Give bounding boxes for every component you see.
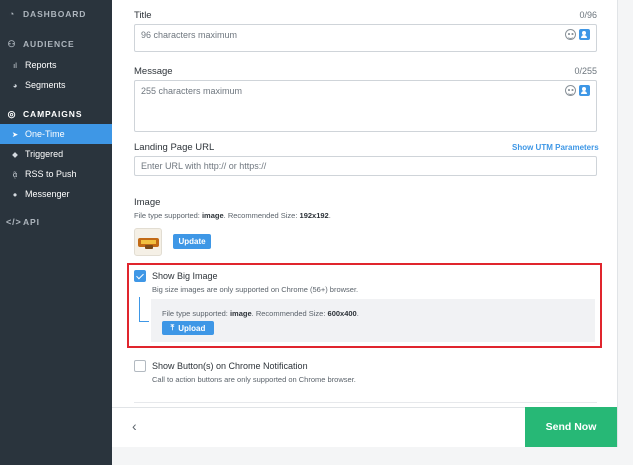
sidebar: ◔ DASHBOARD ⚇ AUDIENCE ıl Reports ◕ Segm… bbox=[0, 0, 112, 465]
show-buttons-label: Show Button(s) on Chrome Notification bbox=[152, 361, 308, 371]
sidebar-item-label: Reports bbox=[25, 60, 57, 70]
message-counter: 0/255 bbox=[574, 66, 597, 76]
code-icon: </> bbox=[6, 217, 22, 227]
image-label: Image bbox=[134, 197, 161, 208]
nav-campaigns-label: CAMPAIGNS bbox=[23, 109, 83, 119]
emoji-icon[interactable] bbox=[565, 85, 576, 96]
icon-image-thumbnail bbox=[134, 228, 162, 256]
landing-url-field[interactable]: Enter URL with http:// or https:// bbox=[134, 156, 597, 176]
tag-icon: ◆ bbox=[12, 149, 18, 159]
update-button[interactable]: Update bbox=[173, 234, 211, 249]
show-big-image-label: Show Big Image bbox=[152, 271, 218, 281]
tree-connector bbox=[139, 297, 149, 322]
title-field[interactable]: 96 characters maximum bbox=[134, 24, 597, 52]
nav-dashboard[interactable]: ◔ DASHBOARD bbox=[0, 0, 112, 28]
scroll-gutter bbox=[617, 0, 633, 465]
buttons-note: Call to action buttons are only supporte… bbox=[152, 375, 356, 384]
nav-audience-label: AUDIENCE bbox=[23, 39, 75, 49]
chevron-left-icon: ‹ bbox=[132, 418, 137, 434]
personalize-icon[interactable] bbox=[579, 85, 590, 96]
bar-chart-icon: ıl bbox=[13, 60, 17, 70]
big-image-note: Big size images are only supported on Ch… bbox=[152, 285, 359, 294]
nav-dashboard-label: DASHBOARD bbox=[23, 9, 87, 19]
sidebar-item-label: Triggered bbox=[25, 149, 64, 159]
form-divider bbox=[134, 402, 597, 403]
send-now-button[interactable]: Send Now bbox=[525, 407, 617, 447]
sidebar-item-label: RSS to Push bbox=[25, 169, 77, 179]
paper-plane-icon: ➤ bbox=[11, 129, 19, 139]
landing-url-label: Landing Page URL bbox=[134, 142, 215, 153]
chat-bubble-icon: ● bbox=[12, 189, 18, 199]
big-image-upload-box bbox=[151, 299, 595, 342]
sidebar-item-label: Messenger bbox=[25, 189, 70, 199]
sidebar-item-label: One-Time bbox=[25, 129, 65, 139]
rss-icon: ᾷ bbox=[12, 169, 18, 179]
sidebar-item-segments[interactable]: ◕ Segments bbox=[0, 75, 112, 95]
audience-items: ıl Reports ◕ Segments bbox=[0, 55, 112, 95]
sidebar-item-reports[interactable]: ıl Reports bbox=[0, 55, 112, 75]
image-help: File type supported: image. Recommended … bbox=[134, 211, 331, 220]
show-big-image-checkbox[interactable] bbox=[134, 270, 146, 282]
sidebar-item-messenger[interactable]: ● Messenger bbox=[0, 184, 112, 204]
nav-audience[interactable]: ⚇ AUDIENCE bbox=[0, 30, 112, 58]
users-icon: ⚇ bbox=[7, 38, 17, 49]
big-image-help: File type supported: image. Recommended … bbox=[162, 309, 359, 318]
nav-api[interactable]: </> API bbox=[0, 208, 112, 236]
campaigns-items: ➤ One-Time ◆ Triggered ᾷ RSS to Push ● M… bbox=[0, 124, 112, 204]
dashboard-icon: ◔ bbox=[8, 9, 16, 19]
megaphone-icon: ◎ bbox=[7, 108, 17, 119]
message-placeholder: 255 characters maximum bbox=[141, 86, 243, 96]
title-counter: 0/96 bbox=[579, 10, 597, 20]
landing-url-placeholder: Enter URL with http:// or https:// bbox=[141, 161, 267, 171]
sidebar-item-triggered[interactable]: ◆ Triggered bbox=[0, 144, 112, 164]
show-utm-link[interactable]: Show UTM Parameters bbox=[512, 143, 599, 152]
title-placeholder: 96 characters maximum bbox=[141, 30, 238, 40]
upload-label: Upload bbox=[178, 323, 206, 333]
sidebar-item-one-time[interactable]: ➤ One-Time bbox=[0, 124, 112, 144]
emoji-icon[interactable] bbox=[565, 29, 576, 40]
upload-icon: ⤒ bbox=[170, 323, 175, 332]
sidebar-item-label: Segments bbox=[25, 80, 66, 90]
personalize-icon[interactable] bbox=[579, 29, 590, 40]
bottom-band bbox=[112, 447, 633, 465]
show-buttons-checkbox[interactable] bbox=[134, 360, 146, 372]
nav-api-label: API bbox=[23, 217, 40, 227]
message-field[interactable]: 255 characters maximum bbox=[134, 80, 597, 132]
title-label: Title bbox=[134, 10, 152, 21]
message-label: Message bbox=[134, 66, 173, 77]
pie-chart-icon: ◕ bbox=[12, 80, 18, 90]
upload-button[interactable]: ⤒ Upload bbox=[162, 321, 214, 335]
sidebar-item-rss[interactable]: ᾷ RSS to Push bbox=[0, 164, 112, 184]
back-button[interactable]: ‹ bbox=[132, 418, 146, 436]
